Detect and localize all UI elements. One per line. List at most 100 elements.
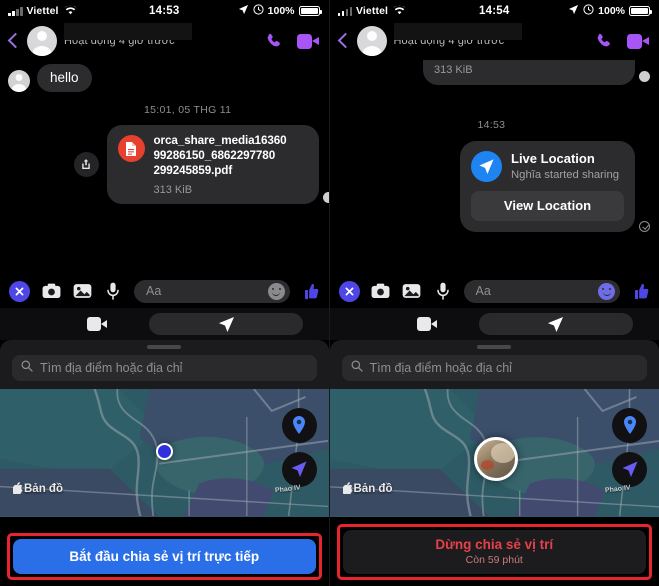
- status-bar-left: Viettel 14:53 100%: [0, 0, 329, 22]
- file-name-label: orca_share_media16360: [153, 134, 287, 148]
- thumbs-up-icon[interactable]: [631, 282, 650, 301]
- cta-highlight-box-left: Bắt đầu chia sẻ vị trí trực tiếp: [7, 533, 322, 580]
- message-input-wrapper[interactable]: Aa: [134, 279, 290, 303]
- stop-sharing-label: Dừng chia sẻ vị trí: [435, 537, 554, 552]
- emoji-smiley-icon[interactable]: [267, 282, 285, 300]
- location-search-sheet-right: Tìm địa điểm hoặc địa chỉ: [329, 340, 659, 389]
- stop-sharing-remaining-label: Còn 59 phút: [465, 554, 523, 566]
- attachment-tray-right: [329, 308, 659, 340]
- chat-header-left: Hoạt động 4 giờ trước: [0, 22, 329, 60]
- view-location-button[interactable]: View Location: [471, 191, 624, 222]
- contact-avatar[interactable]: [356, 26, 387, 56]
- send-location-arrow-icon[interactable]: [149, 313, 303, 335]
- phone-icon[interactable]: [265, 32, 284, 51]
- live-location-card[interactable]: Live Location Nghĩa started sharing View…: [460, 141, 650, 233]
- back-chevron-icon[interactable]: [7, 31, 20, 51]
- maps-credit-label: Bản đồ: [353, 483, 393, 495]
- contact-avatar[interactable]: [27, 26, 57, 56]
- header-text-group: Hoạt động 4 giờ trước: [64, 23, 258, 47]
- microphone-icon[interactable]: [103, 282, 123, 300]
- right-phone-screen: Viettel 14:54 100% Hoạt động 4 giờ trước…: [329, 0, 659, 586]
- header-actions: [265, 32, 319, 51]
- header-text-group: Hoạt động 4 giờ trước: [393, 23, 589, 47]
- navigation-arrow-icon[interactable]: [612, 451, 647, 487]
- emoji-smiley-icon[interactable]: [598, 282, 615, 300]
- start-sharing-label: Bắt đầu chia sẻ vị trí trực tiếp: [69, 549, 260, 564]
- contact-name-redacted: [64, 23, 192, 40]
- map-view-left[interactable]: Bản đồ Phao IV: [0, 388, 329, 517]
- current-location-dot: [156, 442, 173, 460]
- photo-gallery-icon[interactable]: [402, 282, 422, 300]
- outgoing-file-row: orca_share_media16360 99286150_686229778…: [8, 125, 329, 205]
- alarm-icon: [253, 4, 264, 18]
- microphone-icon[interactable]: [433, 282, 453, 300]
- message-input-wrapper[interactable]: Aa: [463, 279, 620, 303]
- add-video-icon[interactable]: [416, 316, 437, 332]
- message-input-placeholder: Aa: [475, 284, 491, 298]
- pdf-document-icon: [117, 135, 145, 163]
- maps-credit-label: Bản đồ: [24, 483, 63, 495]
- file-name-label-2: 99286150_6862297780: [153, 149, 276, 163]
- apple-logo-icon: [341, 481, 353, 497]
- incoming-message-row: hello: [8, 64, 319, 93]
- carrier-label: Viettel: [356, 5, 389, 17]
- search-input[interactable]: Tìm địa điểm hoặc địa chỉ: [12, 354, 317, 381]
- attachment-tray-left: [0, 308, 329, 340]
- chat-header-right: Hoạt động 4 giờ trước: [329, 22, 659, 60]
- battery-icon: [629, 6, 652, 16]
- message-thread-right: 313 KiB 14:53 Live Location Nghĩa starte…: [329, 60, 659, 274]
- alarm-icon: [583, 4, 594, 18]
- status-bar-left-group: Viettel: [8, 5, 77, 18]
- seen-avatar-indicator: [639, 71, 650, 82]
- left-phone-screen: Viettel 14:53 100% Hoạt động 4 giờ trước…: [0, 0, 330, 586]
- search-icon: [21, 359, 33, 377]
- file-attachment-card[interactable]: orca_share_media16360 99286150_686229778…: [106, 125, 329, 205]
- contact-name-redacted: [393, 23, 522, 40]
- phone-icon[interactable]: [595, 32, 614, 51]
- video-camera-icon[interactable]: [627, 33, 649, 49]
- search-placeholder: Tìm địa điểm hoặc địa chỉ: [40, 360, 183, 375]
- carrier-label: Viettel: [26, 5, 59, 17]
- wifi-icon: [64, 5, 77, 18]
- map-pin-icon[interactable]: [281, 407, 317, 443]
- video-camera-icon[interactable]: [296, 33, 319, 49]
- thumbs-up-icon[interactable]: [301, 282, 320, 301]
- message-timestamp: 15:01, 05 THG 11: [144, 104, 232, 117]
- share-upload-icon[interactable]: [73, 152, 99, 178]
- clipped-file-size-label: 313 KiB: [434, 64, 473, 76]
- photo-gallery-icon[interactable]: [72, 282, 92, 300]
- sheet-grabber[interactable]: [147, 345, 182, 349]
- signal-bars-icon: [8, 6, 23, 16]
- navigation-arrow-icon[interactable]: [281, 451, 317, 487]
- close-icon[interactable]: [9, 280, 30, 302]
- live-location-texts: Live Location Nghĩa started sharing: [511, 151, 619, 182]
- map-pin-icon[interactable]: [612, 407, 647, 443]
- live-location-arrow-icon: [471, 151, 502, 183]
- clipped-file-bubble[interactable]: 313 KiB: [423, 60, 650, 85]
- camera-icon[interactable]: [41, 282, 61, 300]
- sheet-grabber[interactable]: [477, 345, 512, 349]
- close-icon[interactable]: [338, 280, 360, 302]
- search-input[interactable]: Tìm địa điểm hoặc địa chỉ: [341, 354, 647, 381]
- start-sharing-location-button[interactable]: Bắt đầu chia sẻ vị trí trực tiếp: [13, 539, 316, 574]
- wifi-icon: [393, 5, 406, 18]
- status-bar-left-group: Viettel: [337, 5, 407, 18]
- status-bar-right: Viettel 14:54 100%: [329, 0, 659, 22]
- message-bubble-incoming[interactable]: hello: [37, 64, 92, 93]
- send-location-arrow-icon[interactable]: [478, 313, 633, 335]
- stop-sharing-location-button[interactable]: Dừng chia sẻ vị trí Còn 59 phút: [342, 530, 646, 574]
- message-timestamp: 14:53: [477, 119, 506, 131]
- add-video-icon[interactable]: [87, 316, 107, 332]
- delivered-check-icon: [639, 221, 650, 233]
- screenshot-root: Viettel 14:53 100% Hoạt động 4 giờ trước…: [0, 0, 659, 586]
- battery-percent-label: 100%: [598, 5, 625, 17]
- back-chevron-icon[interactable]: [337, 31, 350, 51]
- location-arrow-icon: [568, 4, 579, 18]
- camera-icon[interactable]: [371, 282, 391, 300]
- shared-user-location-avatar[interactable]: [473, 436, 518, 481]
- status-bar-right-group: 100%: [238, 4, 322, 18]
- map-view-right[interactable]: Bản đồ Phao IV: [329, 388, 659, 517]
- location-search-sheet-left: Tìm địa điểm hoặc địa chỉ: [0, 340, 329, 389]
- message-composer-left: Aa: [0, 274, 329, 308]
- cta-highlight-box-right: Dừng chia sẻ vị trí Còn 59 phút: [336, 524, 652, 580]
